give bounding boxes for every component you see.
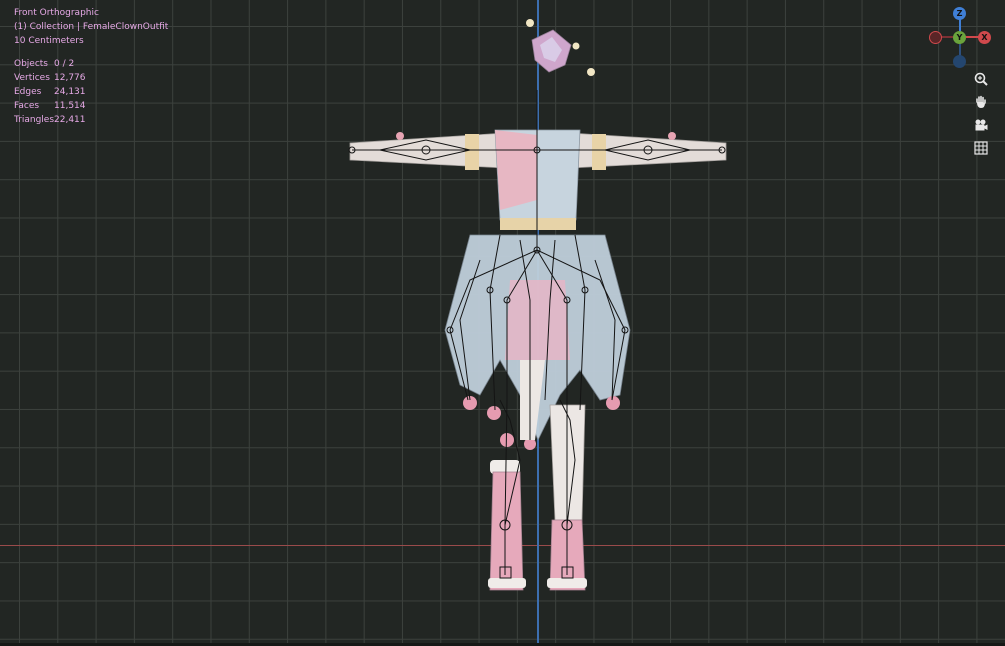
view-name: Front Orthographic <box>14 8 99 18</box>
pan-hand-icon <box>976 95 986 108</box>
grid-view-icon <box>974 141 988 155</box>
gizmo-z-axis[interactable]: Z <box>953 7 966 20</box>
stat-row: Edges 24,131 <box>14 85 168 99</box>
clown-hat[interactable] <box>526 19 595 76</box>
gizmo-neg-z-axis[interactable] <box>953 55 966 68</box>
stat-value: 12,776 <box>54 73 86 83</box>
navigation-gizmo[interactable]: Z X Y <box>928 4 994 70</box>
3d-viewport[interactable]: Front Orthographic (1) Collection | Fema… <box>0 0 1005 646</box>
camera-view-button[interactable] <box>970 114 992 136</box>
stat-value: 24,131 <box>54 87 86 97</box>
stat-value: 11,514 <box>54 101 86 111</box>
viewport-info-overlay: Front Orthographic (1) Collection | Fema… <box>14 6 168 127</box>
grid-scale-label: 10 Centimeters <box>14 36 84 46</box>
toggle-orthographic-button[interactable] <box>970 137 992 159</box>
stat-label: Edges <box>14 87 42 97</box>
stat-label: Faces <box>14 101 40 111</box>
gizmo-neg-y-axis[interactable]: Y <box>953 31 966 44</box>
statistics-panel: Objects 0 / 2 Vertices 12,776 Edges 24,131 … <box>14 57 168 127</box>
stat-row: Objects 0 / 2 <box>14 57 168 71</box>
stat-row: Vertices 12,776 <box>14 71 168 85</box>
outfit-legs[interactable] <box>488 360 587 591</box>
gizmo-x-axis[interactable]: X <box>978 31 991 44</box>
stat-value: 0 / 2 <box>54 59 75 69</box>
pan-button[interactable] <box>970 91 992 113</box>
stat-row: Faces 11,514 <box>14 99 168 113</box>
stat-label: Vertices <box>14 73 50 83</box>
collection-label: (1) Collection | FemaleClownOutfit <box>14 22 169 32</box>
stat-label: Triangles <box>14 115 55 125</box>
gizmo-neg-x-axis[interactable] <box>929 31 942 44</box>
zoom-button[interactable] <box>970 68 992 90</box>
camera-icon <box>975 119 988 131</box>
stat-label: Objects <box>14 59 49 69</box>
stat-value: 22,411 <box>54 115 86 125</box>
zoom-icon <box>974 72 988 86</box>
stat-row: Triangles 22,411 <box>14 113 168 127</box>
